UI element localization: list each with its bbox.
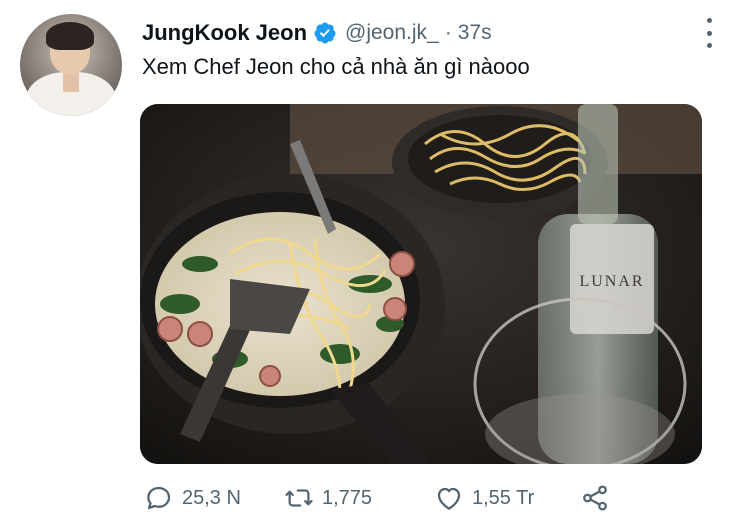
separator-dot: · — [444, 21, 452, 44]
tweet-actions: 25,3 N 1,775 1,55 Tr — [144, 478, 624, 518]
timestamp[interactable]: 37s — [458, 21, 492, 45]
reply-count: 25,3 N — [182, 486, 241, 509]
verified-badge-icon — [313, 21, 337, 45]
reply-button[interactable]: 25,3 N — [144, 478, 241, 518]
share-icon — [583, 485, 607, 511]
bottle-label-text: LUNAR — [579, 273, 644, 290]
author-avatar[interactable] — [20, 14, 122, 116]
more-dot — [706, 30, 712, 36]
like-count: 1,55 Tr — [472, 486, 535, 509]
tweet-photo[interactable]: LUNAR — [140, 104, 702, 464]
tweet-text: Xem Chef Jeon cho cả nhà ăn gì nàooo — [142, 54, 530, 79]
more-icon[interactable] — [699, 18, 719, 48]
tweet-header: JungKook Jeon @jeon.jk_ · 37s — [142, 18, 492, 48]
share-button[interactable] — [580, 478, 610, 518]
heart-icon — [437, 487, 461, 510]
like-button[interactable]: 1,55 Tr — [434, 478, 534, 518]
more-dot — [706, 43, 712, 48]
author-handle[interactable]: @jeon.jk_ — [345, 21, 439, 45]
more-dot — [706, 18, 712, 23]
comment-icon — [147, 486, 171, 510]
retweet-button[interactable]: 1,775 — [284, 478, 372, 518]
avatar-hair — [46, 22, 94, 50]
retweet-icon — [285, 489, 313, 507]
retweet-count: 1,775 — [322, 486, 373, 509]
author-name[interactable]: JungKook Jeon — [142, 20, 307, 46]
photo-scene: LUNAR — [140, 104, 702, 464]
